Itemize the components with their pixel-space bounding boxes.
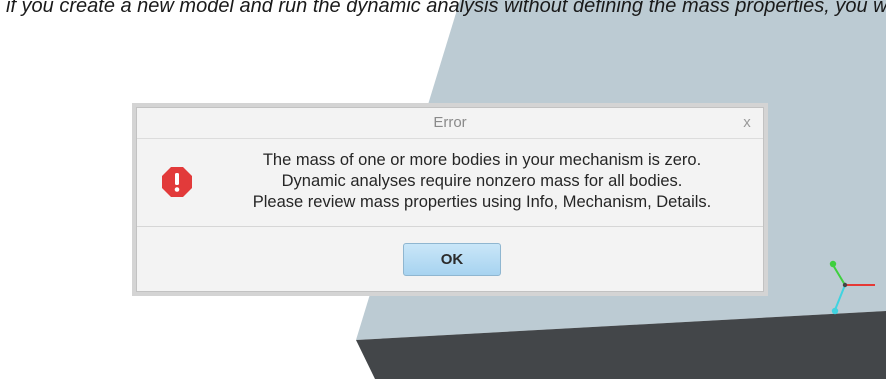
page-caption: if you create a new model and run the dy… [6,0,886,16]
dialog-title: Error [433,114,467,131]
close-icon[interactable]: x [739,108,755,138]
error-dialog: Error x The mass of one or more bodies i… [132,103,768,296]
error-message-line: The mass of one or more bodies in your m… [262,151,702,169]
error-icon [162,167,192,197]
dialog-titlebar[interactable]: Error x [137,108,763,139]
error-dialog-panel: Error x The mass of one or more bodies i… [136,107,764,292]
error-message-line: Please review mass properties using Info… [252,193,712,211]
dialog-footer: OK [137,227,763,293]
dialog-body: The mass of one or more bodies in your m… [137,139,763,227]
ok-button[interactable]: OK [403,243,501,276]
error-message: The mass of one or more bodies in your m… [207,150,757,213]
error-message-line: Dynamic analyses require nonzero mass fo… [281,172,683,190]
